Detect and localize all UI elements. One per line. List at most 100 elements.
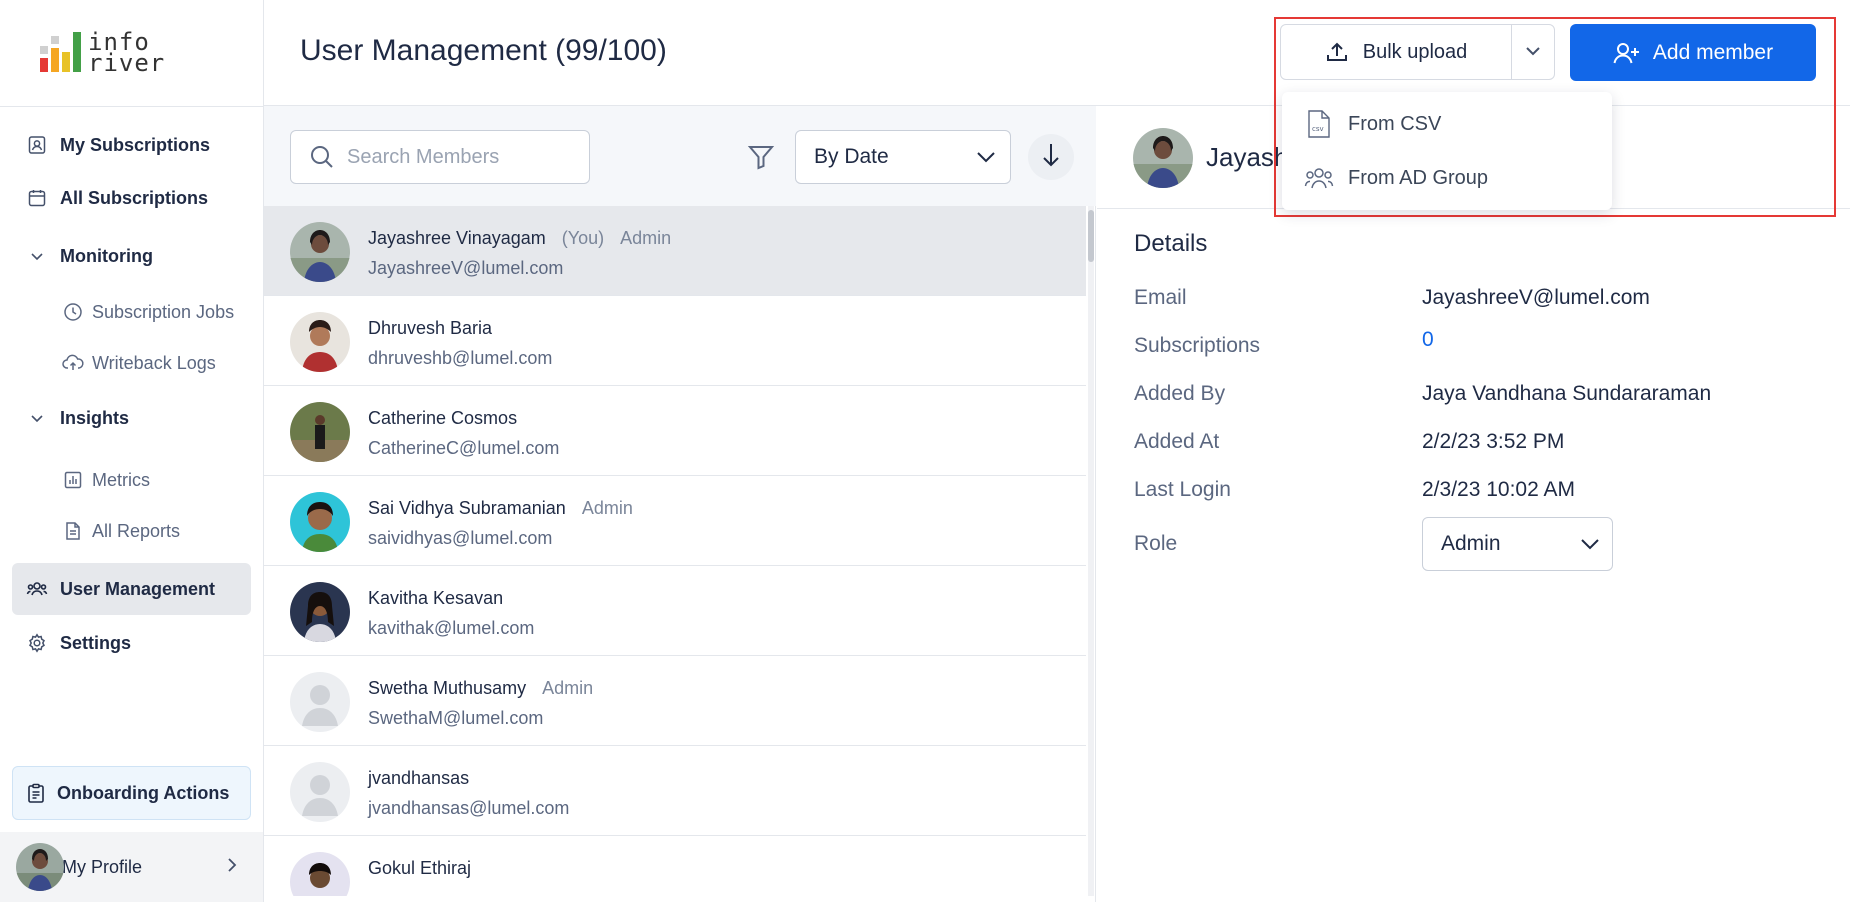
added-by-label: Added By — [1134, 382, 1226, 405]
list-toolbar: By Date — [264, 106, 1096, 206]
chevron-down-icon — [1525, 43, 1541, 61]
page-header: User Management (99/100) Bulk upload Add… — [264, 0, 1850, 106]
bulk-upload-button[interactable]: Bulk upload — [1280, 24, 1512, 80]
sidebar-item-label: All Reports — [92, 520, 181, 541]
gear-icon — [24, 630, 50, 656]
users-icon — [24, 576, 50, 602]
onboarding-actions-button[interactable]: Onboarding Actions — [12, 766, 251, 820]
sidebar-item-writeback-logs[interactable]: Writeback Logs — [56, 337, 251, 389]
app-window: info river My Subscriptions All Subscrip… — [0, 0, 1850, 902]
sidebar-item-settings[interactable]: Settings — [12, 617, 251, 669]
member-name: Swetha Muthusamy — [368, 678, 527, 698]
member-name: Jayashree Vinayagam — [368, 228, 546, 248]
added-by-value: Jaya Vandhana Sundararaman — [1422, 382, 1712, 405]
sidebar-item-all-reports[interactable]: All Reports — [56, 505, 251, 557]
sort-by-select[interactable]: By Date — [795, 130, 1011, 184]
menu-item-from-ad-group[interactable]: From AD Group — [1282, 152, 1612, 204]
member-row[interactable]: Swetha Muthusamy Admin SwethaM@lumel.com — [264, 656, 1086, 746]
list-scrollbar[interactable] — [1088, 206, 1094, 896]
chevron-right-icon — [227, 857, 237, 878]
member-email: jvandhansas@lumel.com — [368, 798, 570, 818]
sidebar-item-label: Metrics — [92, 469, 150, 490]
sidebar-item-label: Settings — [60, 632, 132, 653]
email-label: Email — [1134, 286, 1187, 309]
members-list: Jayashree Vinayagam (You) Admin JayashreeV… — [264, 206, 1086, 896]
sidebar: info river My Subscriptions All Subscrip… — [0, 0, 264, 902]
group-label: Monitoring — [60, 245, 153, 266]
sidebar-item-metrics[interactable]: Metrics — [56, 454, 251, 506]
avatar-placeholder — [290, 672, 350, 732]
member-row[interactable]: Jayashree Vinayagam (You) Admin JayashreeV… — [264, 206, 1086, 296]
member-row[interactable]: jvandhansas jvandhansas@lumel.com — [264, 746, 1086, 836]
subscriptions-count-link[interactable]: 0 — [1422, 328, 1434, 352]
document-icon — [60, 518, 86, 544]
role-value: Admin — [1441, 532, 1501, 555]
role-tag: Admin — [620, 228, 672, 248]
sidebar-item-label: Writeback Logs — [92, 352, 216, 373]
cloud-upload-icon — [60, 350, 86, 376]
sort-by-value: By Date — [814, 145, 889, 168]
csv-file-icon: csv — [1304, 109, 1334, 139]
you-tag: (You) — [561, 228, 605, 248]
calendar-icon — [24, 185, 50, 211]
avatar — [1133, 128, 1193, 188]
member-email: SwethaM@lumel.com — [368, 708, 544, 728]
member-name-line: Swetha Muthusamy Admin — [368, 678, 593, 699]
sidebar-divider — [0, 106, 263, 107]
last-login-value: 2/3/23 10:02 AM — [1422, 478, 1575, 501]
add-user-icon — [1613, 41, 1641, 65]
role-select[interactable]: Admin — [1422, 517, 1613, 571]
sidebar-group-monitoring[interactable]: Monitoring — [12, 232, 251, 280]
member-name-line: Kavitha Kesavan — [368, 588, 503, 609]
sidebar-item-label: My Subscriptions — [60, 134, 211, 155]
chevron-down-icon — [24, 251, 50, 261]
member-row[interactable]: Sai Vidhya Subramanian Admin saividhyas@l… — [264, 476, 1086, 566]
bulk-upload-dropdown-toggle[interactable] — [1511, 24, 1555, 80]
sidebar-item-all-subscriptions[interactable]: All Subscriptions — [12, 172, 251, 224]
member-row[interactable]: Catherine Cosmos CatherineC@lumel.com — [264, 386, 1086, 476]
bulk-upload-menu: csv From CSV From AD Group — [1282, 92, 1612, 210]
upload-icon — [1325, 40, 1349, 64]
menu-item-from-csv[interactable]: csv From CSV — [1282, 98, 1612, 150]
sidebar-item-label: User Management — [60, 578, 216, 599]
sidebar-item-my-subscriptions[interactable]: My Subscriptions — [12, 119, 251, 171]
svg-text:csv: csv — [1312, 125, 1324, 133]
onboarding-label: Onboarding Actions — [57, 782, 230, 803]
avatar — [16, 843, 64, 891]
bulk-upload-label: Bulk upload — [1362, 40, 1468, 63]
added-at-value: 2/2/23 3:52 PM — [1422, 430, 1565, 453]
avatar — [290, 312, 350, 372]
member-email: JayashreeV@lumel.com — [368, 258, 564, 278]
member-row[interactable]: Dhruvesh Baria dhruveshb@lumel.com — [264, 296, 1086, 386]
chevron-down-icon — [1580, 532, 1600, 556]
member-name: jvandhansas — [368, 768, 470, 788]
logo-wordmark: info river — [88, 28, 166, 77]
search-box — [290, 130, 590, 184]
sort-direction-button[interactable] — [1028, 134, 1074, 180]
sidebar-item-user-management[interactable]: User Management — [12, 563, 251, 615]
user-card-icon — [24, 132, 50, 158]
inforiver-logo[interactable]: info river — [40, 30, 165, 76]
clock-icon — [60, 299, 86, 325]
filter-button[interactable] — [744, 142, 778, 176]
profile-label: My Profile — [62, 856, 143, 877]
menu-item-label: From AD Group — [1348, 166, 1489, 189]
clipboard-icon — [27, 783, 45, 803]
my-profile-button[interactable]: My Profile — [0, 832, 263, 902]
group-icon — [1304, 165, 1334, 191]
sidebar-item-subscription-jobs[interactable]: Subscription Jobs — [56, 286, 251, 338]
group-label: Insights — [60, 407, 130, 428]
scrollbar-thumb[interactable] — [1088, 210, 1094, 262]
search-input[interactable] — [347, 145, 577, 169]
member-row[interactable]: Gokul Ethiraj — [264, 836, 1086, 896]
page-title: User Management (99/100) — [300, 34, 667, 67]
sidebar-group-insights[interactable]: Insights — [12, 394, 251, 442]
member-name-line: Jayashree Vinayagam (You) Admin — [368, 228, 671, 249]
menu-item-label: From CSV — [1348, 112, 1442, 135]
member-email: kavithak@lumel.com — [368, 618, 535, 638]
avatar — [290, 852, 350, 896]
avatar — [290, 222, 350, 282]
member-row[interactable]: Kavitha Kesavan kavithak@lumel.com — [264, 566, 1086, 656]
add-member-button[interactable]: Add member — [1570, 24, 1816, 81]
member-email: dhruveshb@lumel.com — [368, 348, 553, 368]
